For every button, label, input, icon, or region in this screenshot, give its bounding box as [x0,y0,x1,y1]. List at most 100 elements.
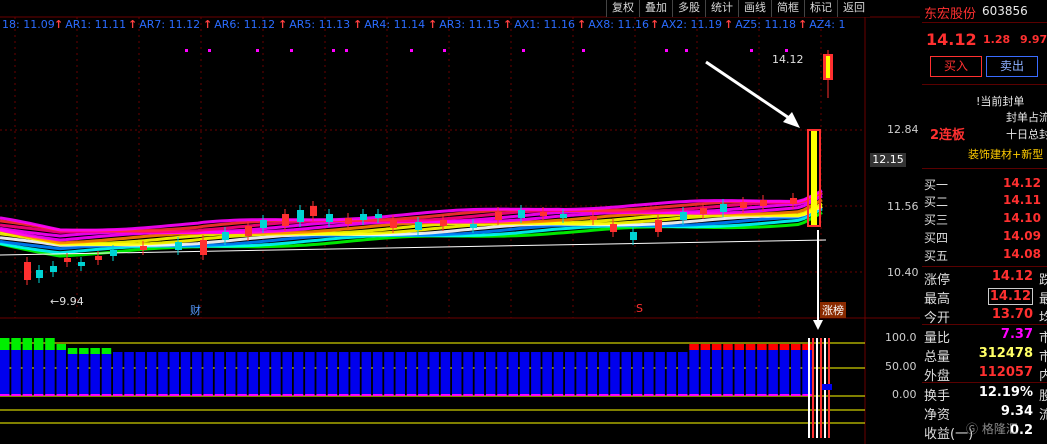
limit-up-rank-label[interactable]: 涨榜 [820,302,846,318]
buy-button[interactable]: 买入 [930,56,982,77]
signal-dot [256,49,259,52]
bid-label: 买五 [924,249,949,263]
indicator-bar [101,352,112,394]
indicator-base [350,394,360,396]
indicator-bar [700,346,711,394]
signal-dot [785,49,788,52]
limit-up-indicator-stripe [812,338,814,438]
bid-row-1: 买一 14.12 [922,175,1047,192]
candle-body [326,214,333,222]
draw-line-button[interactable]: 画线 [738,0,771,17]
open-row: 今开 13.70 均 [922,306,1047,326]
candle-body [590,216,597,220]
stat-suffix: 市 [1039,331,1047,346]
indicator-base [621,394,631,396]
indicator-base [237,394,247,396]
stat-label: 总量 [924,350,951,365]
multi-stock-button[interactable]: 多股 [672,0,705,17]
statistics-button[interactable]: 统计 [705,0,738,17]
candle-body [222,232,229,240]
indicator-base [90,394,100,396]
limit-up-row: 涨停 14.12 跌 [922,268,1047,288]
indicator-bar [248,352,259,394]
last-price: 14.12 [926,30,977,49]
seal-ratio-note: 封单占流 [1006,111,1047,124]
indicator-base [406,394,417,396]
candle-body [655,220,662,232]
ar-label: ↑ AX1: 11.16 [503,18,575,31]
divider [922,382,1047,383]
signal-event-label[interactable]: S [636,302,643,315]
bid-row-5: 买五 14.08 [922,246,1047,263]
candle-body [200,240,207,255]
sell-button[interactable]: 卖出 [986,56,1038,77]
indicator-bar [418,352,428,394]
candle-body [790,198,797,204]
stock-name: 东宏股份 [924,7,977,22]
finance-event-label[interactable]: 财 [190,302,201,318]
indicator-red-cap [802,344,812,350]
indicator-bar [757,346,767,394]
stat-suffix: 流 [1039,408,1047,423]
stat-value: 312478 [978,346,1033,361]
simple-frame-button[interactable]: 简框 [771,0,804,17]
indicator-bar [598,352,609,394]
candle-body [140,246,147,250]
stat-value: 12.19% [978,385,1033,400]
indicator-bar [610,352,620,394]
indicator-base [56,394,66,396]
indicator-red-cap [734,344,744,350]
indicator-base [395,394,405,396]
indicator-bar [113,352,123,394]
indicator-base [519,394,530,396]
candle-body [680,212,687,220]
indicator-bar [361,352,372,394]
indicator-base [802,394,812,396]
signal-dot [290,49,293,52]
indicator-base [666,394,677,396]
indicator-base [339,394,349,396]
candle-body [282,214,289,226]
indicator-base [169,394,179,396]
indicator-base [158,394,168,396]
indicator-base [146,394,157,396]
indicator-bar [259,352,270,394]
indicator-bar [90,352,100,394]
candle-body [95,256,102,260]
indicator-base [214,394,225,396]
indicator-bar [203,352,213,394]
stat-value: 13.70 [991,307,1033,322]
kline-chart[interactable] [0,0,1047,444]
indicator-base [598,394,609,396]
restore-rights-button[interactable]: 复权 [606,0,639,17]
indicator-base [418,394,428,396]
candle-body [470,224,477,228]
back-button[interactable]: 返回 [837,0,870,17]
indicator-bar [56,348,66,394]
overlay-button[interactable]: 叠加 [639,0,672,17]
annotation-arrow-head [813,320,823,330]
candle-body [360,214,367,220]
stat-label: 换手 [924,389,951,404]
indicator-bar [452,352,462,394]
stock-code: 603856 [982,4,1028,18]
indicator-red-cap [689,344,699,350]
concept-tags[interactable]: 装饰建材+新型 [968,146,1043,162]
candle-body [760,200,767,206]
indicator-base [282,394,292,396]
signal-dot [685,49,688,52]
indicator-base [180,394,191,396]
candle-body [560,214,567,218]
indicator-base [361,394,372,396]
indicator-bar [644,352,654,394]
ar-label: ↑ AR1: 11.11 [54,18,127,31]
indicator-bar [395,352,405,394]
bid-row-4: 买四 14.09 [922,228,1047,245]
indicator-bar [180,352,191,394]
indicator-red-cap [745,344,756,350]
indicator-bar [632,352,643,394]
candle-body [24,262,31,280]
divider [922,84,1047,85]
mark-button[interactable]: 标记 [804,0,837,17]
indicator-bar [350,352,360,394]
